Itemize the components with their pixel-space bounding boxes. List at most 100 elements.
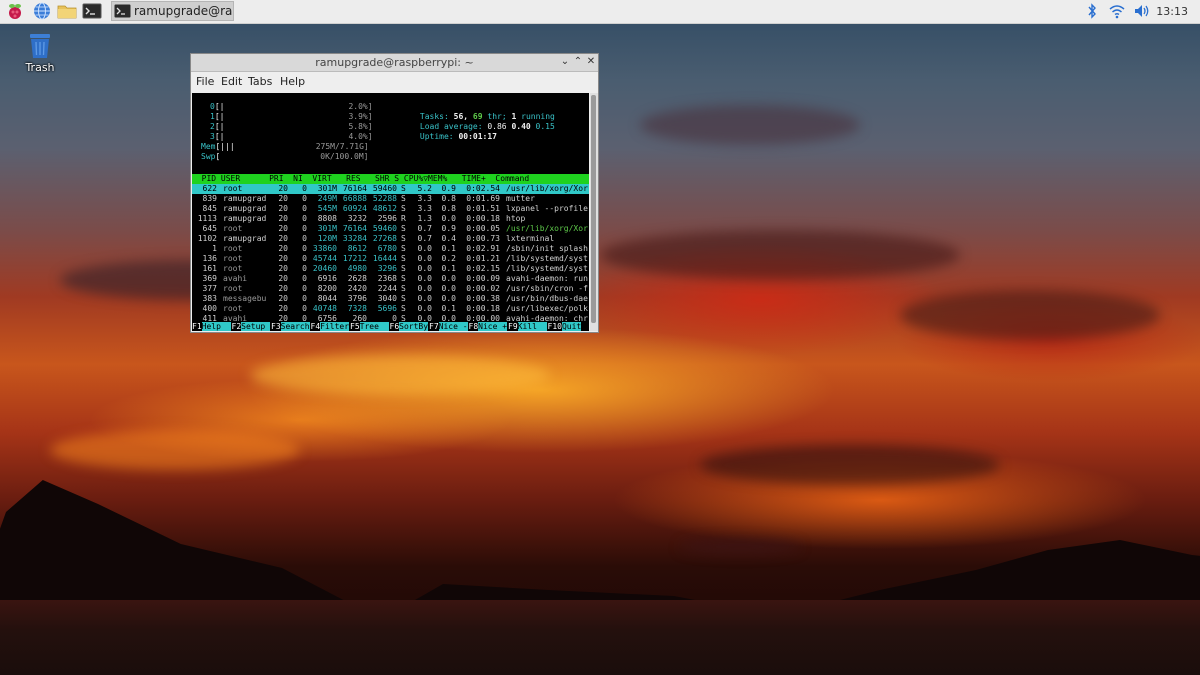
fkey-f1[interactable]: F1Help — [192, 322, 231, 331]
menu-help[interactable]: Help — [280, 75, 305, 88]
cell-s: R — [401, 214, 406, 223]
minimize-button[interactable]: ⌄ — [559, 56, 571, 68]
cell-res: 7328 — [347, 304, 367, 313]
window-titlebar[interactable]: ramupgrade@raspberrypi: ~ ⌄ ⌃ ✕ — [191, 54, 598, 72]
cell-virt: 8808 — [317, 214, 337, 223]
cell-s: S — [401, 294, 406, 303]
cell-pid: 1 — [212, 244, 217, 253]
table-row-selected[interactable]: 622 root 20 0 301M 76164 59460 S 5.2 0.9 0:02.54/u… — [192, 184, 589, 194]
cell-mem: 0.8 — [441, 194, 456, 203]
menu-file[interactable]: File — [196, 75, 214, 88]
cell-time: 0:00.02 — [466, 284, 500, 293]
cell-shr: 59460 — [372, 224, 397, 233]
close-button[interactable]: ✕ — [585, 56, 597, 68]
cell-cmd: /usr/sbin/cron -f — [506, 284, 588, 293]
table-row[interactable]: 161 root 20 0 20460 4980 3296 S 0.0 0.1 0:02.15/li… — [192, 264, 589, 274]
cell-time: 0:00.05 — [466, 224, 500, 233]
cell-ni: 0 — [302, 264, 307, 273]
cell-ni: 0 — [302, 284, 307, 293]
fkey-f6[interactable]: F6SortBy — [390, 322, 429, 331]
cell-mem: 0.0 — [441, 284, 456, 293]
menu-edit[interactable]: Edit — [221, 75, 242, 88]
table-row[interactable]: 645 root 20 0 301M 76164 59460 S 0.7 0.9 0:00.05/u… — [192, 224, 589, 234]
cell-mem: 0.8 — [441, 204, 456, 213]
cell-cpu: 0.0 — [417, 254, 432, 263]
cell-ni: 0 — [302, 204, 307, 213]
cell-user: messagebu — [223, 294, 267, 303]
cell-shr: 52288 — [372, 194, 397, 203]
cell-time: 0:01.21 — [466, 254, 500, 263]
cell-res: 2628 — [347, 274, 367, 283]
taskbar-task-terminal[interactable]: ramupgrade@raspbe... — [111, 1, 234, 21]
cell-user: ramupgrad — [223, 194, 267, 203]
scrollbar[interactable] — [590, 93, 598, 331]
file-manager-icon[interactable] — [57, 2, 77, 20]
cell-user: root — [223, 224, 243, 233]
fkey-f10[interactable]: F10Quit — [548, 322, 582, 331]
table-row[interactable]: 839 ramupgrad 20 0 249M 66888 52288 S 3.3 0.8 0:01… — [192, 194, 589, 204]
web-browser-icon[interactable] — [32, 2, 52, 20]
cell-cpu: 5.2 — [417, 184, 432, 193]
table-row[interactable]: 1113 ramupgrad 20 0 8808 3232 2596 R 1.3 0.0 0:00.… — [192, 214, 589, 224]
table-row[interactable]: 136 root 20 0 45744 17212 16444 S 0.0 0.2 0:01.21 /… — [192, 254, 589, 264]
table-row[interactable]: 1102 ramupgrad 20 0 120M 33284 27268 S 0.7 0.4 0:0… — [192, 234, 589, 244]
volume-icon[interactable] — [1133, 2, 1153, 20]
cell-s: S — [401, 304, 406, 313]
fkey-f9[interactable]: F9Kill — [508, 322, 547, 331]
desktop-trash[interactable]: Trash — [22, 30, 58, 74]
terminal-icon[interactable] — [82, 2, 102, 20]
cell-cmd: /usr/bin/dbus-dae — [506, 294, 588, 303]
cell-cpu: 3.3 — [417, 194, 432, 203]
terminal-screen[interactable]: 0[| 2.0%] 1[| 3.9%] 2[| 5.8%] 3[| 4.0%] Mem[||| 2… — [192, 93, 589, 331]
fkey-f5[interactable]: F5Tree — [350, 322, 389, 331]
cell-time: 0:02.54 — [466, 184, 500, 193]
load-15: 0.15 — [535, 122, 555, 131]
fkey-f3[interactable]: F3Search — [271, 322, 310, 331]
cell-cpu: 0.0 — [417, 264, 432, 273]
menu-tabs[interactable]: Tabs — [248, 75, 272, 88]
cell-pri: 20 — [278, 264, 288, 273]
table-row[interactable]: 845 ramupgrad 20 0 545M 60924 48612 S 3.3 0.8 0:01… — [192, 204, 589, 214]
cell-shr: 5696 — [377, 304, 397, 313]
cell-time: 0:01.51 — [466, 204, 500, 213]
cell-s: S — [401, 284, 406, 293]
raspberry-menu-icon[interactable] — [5, 2, 25, 20]
cpu-meter: 1[| 3.9%] — [210, 112, 373, 121]
table-row[interactable]: 369 avahi 20 0 6916 2628 2368 S 0.0 0.0 0:00.09 ava… — [192, 274, 589, 284]
cell-user: root — [223, 254, 243, 263]
cell-virt: 45744 — [312, 254, 337, 263]
table-row[interactable]: 377 root 20 0 8200 2420 2244 S 0.0 0.0 0:00.02/usr… — [192, 284, 589, 294]
bluetooth-icon[interactable] — [1085, 2, 1099, 20]
uptime-value: 00:01:17 — [458, 132, 497, 141]
cell-cmd: mutter — [506, 194, 535, 203]
cell-time: 0:00.18 — [466, 214, 500, 223]
cell-user: ramupgrad — [223, 204, 267, 213]
cell-shr: 2596 — [377, 214, 397, 223]
fkey-f7[interactable]: F7Nice - — [429, 322, 468, 331]
column-headers[interactable]: PID USER PRI NI VIRT RES SHR S CPU%▽MEM%… — [192, 174, 530, 184]
cell-mem: 0.2 — [441, 254, 456, 263]
fkey-f2[interactable]: F2Setup — [232, 322, 271, 331]
cell-pri: 20 — [278, 304, 288, 313]
cell-s: S — [401, 194, 406, 203]
table-row[interactable]: 383 messagebu 20 0 8044 3796 3040 S 0.0 0.0 0:00.3… — [192, 294, 589, 304]
cell-cmd: /lib/systemd/syst — [506, 264, 588, 273]
cell-pid: 369 — [202, 274, 217, 283]
table-row[interactable]: 400 root 20 0 40748 7328 5696 S 0.0 0.1 0:00.18/us… — [192, 304, 589, 314]
cell-virt: 33860 — [312, 244, 337, 253]
cell-cmd: /usr/lib/xorg/Xor — [506, 224, 588, 233]
clock[interactable]: 13:13 — [1156, 0, 1188, 23]
cell-shr: 2368 — [377, 274, 397, 283]
cell-pid: 1102 — [197, 234, 217, 243]
cell-cmd: /lib/systemd/syst — [506, 254, 588, 263]
cell-virt: 40748 — [312, 304, 337, 313]
table-row[interactable]: 1 root 20 0 33860 8612 6780 S 0.0 0.1 0:02.91/sbin… — [192, 244, 589, 254]
taskbar-task-label: ramupgrade@raspbe... — [134, 4, 233, 18]
fkey-f4[interactable]: F4Filter — [311, 322, 350, 331]
wifi-icon[interactable] — [1108, 2, 1126, 20]
cell-ni: 0 — [302, 254, 307, 263]
maximize-button[interactable]: ⌃ — [572, 56, 584, 68]
fkey-f8[interactable]: F8Nice + — [469, 322, 508, 331]
cell-time: 0:02.15 — [466, 264, 500, 273]
cell-s: S — [401, 274, 406, 283]
